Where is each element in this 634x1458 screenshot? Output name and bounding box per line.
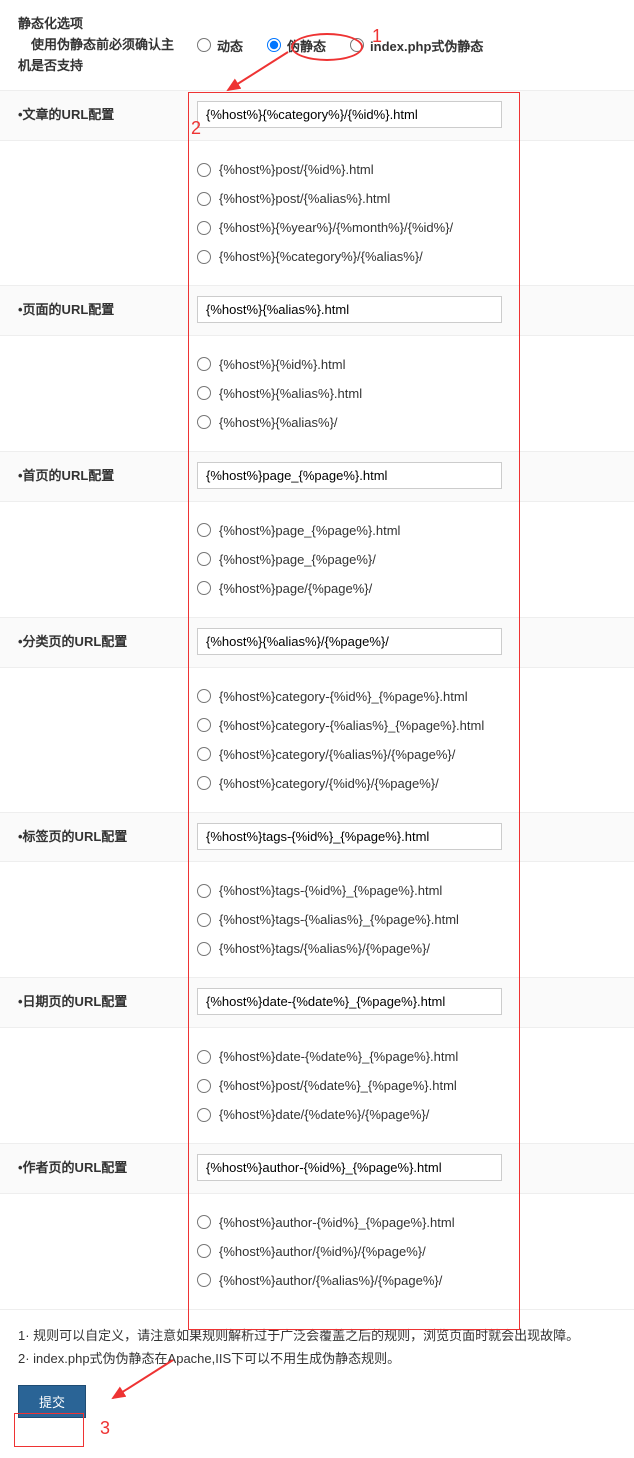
author-option-1-radio[interactable]	[197, 1244, 211, 1258]
date-option-2-label: {%host%}date/{%date%}/{%page%}/	[219, 1107, 429, 1122]
section-page-label: •页面的URL配置	[0, 286, 185, 335]
index-option-2-label: {%host%}page/{%page%}/	[219, 581, 372, 596]
category-option-3-label: {%host%}category/{%id%}/{%page%}/	[219, 776, 439, 791]
page-option-1-label: {%host%}{%alias%}.html	[219, 386, 362, 401]
category-option-3-radio[interactable]	[197, 776, 211, 790]
article-option-2-label: {%host%}{%year%}/{%month%}/{%id%}/	[219, 220, 453, 235]
tag-option-0-label: {%host%}tags-{%id%}_{%page%}.html	[219, 883, 442, 898]
index-option-1-label: {%host%}page_{%page%}/	[219, 552, 376, 567]
author-option-0[interactable]: {%host%}author-{%id%}_{%page%}.html	[197, 1208, 622, 1237]
date-option-1-label: {%host%}post/{%date%}_{%page%}.html	[219, 1078, 457, 1093]
date-option-1-radio[interactable]	[197, 1079, 211, 1093]
article-option-2-radio[interactable]	[197, 221, 211, 235]
index-option-2-radio[interactable]	[197, 581, 211, 595]
index-option-1-radio[interactable]	[197, 552, 211, 566]
page-url-input[interactable]	[197, 296, 502, 323]
page-option-0-radio[interactable]	[197, 357, 211, 371]
category-option-1-label: {%host%}category-{%alias%}_{%page%}.html	[219, 718, 484, 733]
category-option-2-label: {%host%}category/{%alias%}/{%page%}/	[219, 747, 455, 762]
index-option-0-label: {%host%}page_{%page%}.html	[219, 523, 400, 538]
mode-dynamic[interactable]: 动态	[197, 36, 243, 55]
section-date-label: •日期页的URL配置	[0, 978, 185, 1027]
tag-option-0[interactable]: {%host%}tags-{%id%}_{%page%}.html	[197, 876, 622, 905]
section-article-label: •文章的URL配置	[0, 91, 185, 140]
date-option-0-label: {%host%}date-{%date%}_{%page%}.html	[219, 1049, 458, 1064]
article-option-0[interactable]: {%host%}post/{%id%}.html	[197, 155, 622, 184]
mode-pseudo[interactable]: 伪静态	[267, 36, 326, 55]
note-1: 1· 规则可以自定义，请注意如果规则解析过于广泛会覆盖之后的规则，浏览页面时就会…	[18, 1324, 616, 1347]
category-url-input[interactable]	[197, 628, 502, 655]
article-option-3-radio[interactable]	[197, 250, 211, 264]
index-url-input[interactable]	[197, 462, 502, 489]
article-option-3[interactable]: {%host%}{%category%}/{%alias%}/	[197, 242, 622, 271]
author-option-2-label: {%host%}author/{%alias%}/{%page%}/	[219, 1273, 442, 1288]
article-option-0-radio[interactable]	[197, 163, 211, 177]
notes: 1· 规则可以自定义，请注意如果规则解析过于广泛会覆盖之后的规则，浏览页面时就会…	[0, 1310, 634, 1379]
index-option-0[interactable]: {%host%}page_{%page%}.html	[197, 516, 622, 545]
author-url-input[interactable]	[197, 1154, 502, 1181]
note-2: 2· index.php式伪伪静态在Apache,IIS下可以不用生成伪静态规则…	[18, 1347, 616, 1370]
category-option-0-label: {%host%}category-{%id%}_{%page%}.html	[219, 689, 468, 704]
tag-option-2[interactable]: {%host%}tags/{%alias%}/{%page%}/	[197, 934, 622, 963]
page-option-2[interactable]: {%host%}{%alias%}/	[197, 408, 622, 437]
date-option-2[interactable]: {%host%}date/{%date%}/{%page%}/	[197, 1100, 622, 1129]
category-option-3[interactable]: {%host%}category/{%id%}/{%page%}/	[197, 769, 622, 798]
article-option-1-radio[interactable]	[197, 192, 211, 206]
author-option-0-radio[interactable]	[197, 1215, 211, 1229]
tag-option-0-radio[interactable]	[197, 884, 211, 898]
mode-pseudo-label: 伪静态	[287, 36, 326, 55]
category-option-0[interactable]: {%host%}category-{%id%}_{%page%}.html	[197, 682, 622, 711]
page-option-1[interactable]: {%host%}{%alias%}.html	[197, 379, 622, 408]
section-tag-label: •标签页的URL配置	[0, 813, 185, 862]
author-option-2[interactable]: {%host%}author/{%alias%}/{%page%}/	[197, 1266, 622, 1295]
article-option-1-label: {%host%}post/{%alias%}.html	[219, 191, 390, 206]
article-url-input[interactable]	[197, 101, 502, 128]
tag-option-2-label: {%host%}tags/{%alias%}/{%page%}/	[219, 941, 430, 956]
author-option-2-radio[interactable]	[197, 1273, 211, 1287]
tag-option-2-radio[interactable]	[197, 942, 211, 956]
tag-option-1[interactable]: {%host%}tags-{%alias%}_{%page%}.html	[197, 905, 622, 934]
date-url-input[interactable]	[197, 988, 502, 1015]
header-title-1: 静态化选项	[18, 16, 83, 31]
category-option-0-radio[interactable]	[197, 689, 211, 703]
section-author-label: •作者页的URL配置	[0, 1144, 185, 1193]
index-option-0-radio[interactable]	[197, 523, 211, 537]
tag-option-1-radio[interactable]	[197, 913, 211, 927]
mode-indexphp[interactable]: index.php式伪静态	[350, 36, 483, 55]
category-option-2[interactable]: {%host%}category/{%alias%}/{%page%}/	[197, 740, 622, 769]
header-title-2: 使用伪静态前必须确认主机是否支持	[18, 37, 174, 73]
section-category-label: •分类页的URL配置	[0, 618, 185, 667]
article-option-2[interactable]: {%host%}{%year%}/{%month%}/{%id%}/	[197, 213, 622, 242]
page-option-1-radio[interactable]	[197, 386, 211, 400]
category-option-2-radio[interactable]	[197, 747, 211, 761]
mode-dynamic-radio[interactable]	[197, 38, 211, 52]
page-option-2-label: {%host%}{%alias%}/	[219, 415, 338, 430]
author-option-1-label: {%host%}author/{%id%}/{%page%}/	[219, 1244, 426, 1259]
page-option-0[interactable]: {%host%}{%id%}.html	[197, 350, 622, 379]
date-option-0-radio[interactable]	[197, 1050, 211, 1064]
index-option-2[interactable]: {%host%}page/{%page%}/	[197, 574, 622, 603]
mode-dynamic-label: 动态	[217, 36, 243, 55]
date-option-1[interactable]: {%host%}post/{%date%}_{%page%}.html	[197, 1071, 622, 1100]
page-option-0-label: {%host%}{%id%}.html	[219, 357, 345, 372]
category-option-1[interactable]: {%host%}category-{%alias%}_{%page%}.html	[197, 711, 622, 740]
page-option-2-radio[interactable]	[197, 415, 211, 429]
date-option-0[interactable]: {%host%}date-{%date%}_{%page%}.html	[197, 1042, 622, 1071]
mode-pseudo-radio[interactable]	[267, 38, 281, 52]
index-option-1[interactable]: {%host%}page_{%page%}/	[197, 545, 622, 574]
article-option-0-label: {%host%}post/{%id%}.html	[219, 162, 374, 177]
author-option-1[interactable]: {%host%}author/{%id%}/{%page%}/	[197, 1237, 622, 1266]
mode-indexphp-radio[interactable]	[350, 38, 364, 52]
submit-button[interactable]: 提交	[18, 1385, 86, 1418]
article-option-3-label: {%host%}{%category%}/{%alias%}/	[219, 249, 423, 264]
tag-url-input[interactable]	[197, 823, 502, 850]
article-option-1[interactable]: {%host%}post/{%alias%}.html	[197, 184, 622, 213]
mode-indexphp-label: index.php式伪静态	[370, 36, 483, 55]
category-option-1-radio[interactable]	[197, 718, 211, 732]
author-option-0-label: {%host%}author-{%id%}_{%page%}.html	[219, 1215, 455, 1230]
tag-option-1-label: {%host%}tags-{%alias%}_{%page%}.html	[219, 912, 459, 927]
section-header: 静态化选项 使用伪静态前必须确认主机是否支持	[0, 0, 185, 90]
date-option-2-radio[interactable]	[197, 1108, 211, 1122]
section-index-label: •首页的URL配置	[0, 452, 185, 501]
